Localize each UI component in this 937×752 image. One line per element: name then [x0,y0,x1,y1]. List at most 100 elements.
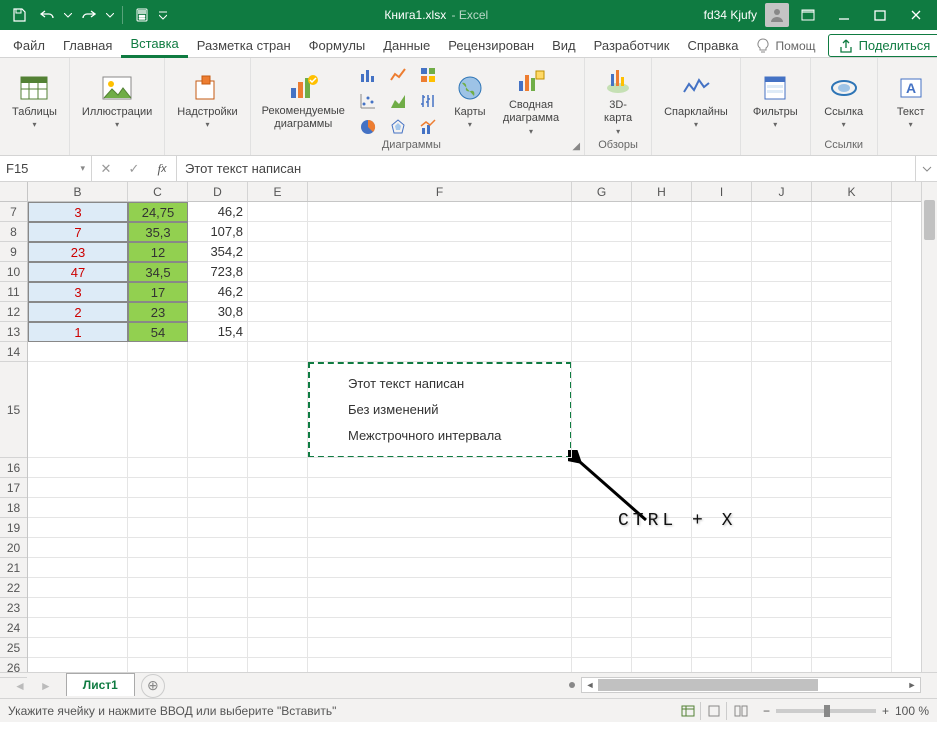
col-header-E[interactable]: E [248,182,308,201]
col-header-J[interactable]: J [752,182,812,201]
calculator-icon[interactable] [129,2,155,28]
col-header-B[interactable]: B [28,182,128,201]
row-header-18[interactable]: 18 [0,498,27,518]
row-header-11[interactable]: 11 [0,282,27,302]
cell-D11[interactable]: 46,2 [188,282,248,302]
tab-help[interactable]: Справка [678,33,747,57]
cell-C12[interactable]: 23 [128,302,188,322]
sheet-tab-1[interactable]: Лист1 [66,673,135,696]
redo-dropdown[interactable] [104,2,116,28]
page-break-view-button[interactable] [729,702,753,720]
text-button[interactable]: A Текст▾ [886,70,936,132]
combo-chart-icon[interactable] [414,115,442,139]
tab-review[interactable]: Рецензирован [439,33,543,57]
maximize-button[interactable] [863,1,897,29]
line-chart-icon[interactable] [384,63,412,87]
row-header-24[interactable]: 24 [0,618,27,638]
cell-B9[interactable]: 23 [28,242,128,262]
addins-button[interactable]: Надстройки▾ [173,70,241,132]
row-header-15[interactable]: 15 [0,362,27,458]
col-header-F[interactable]: F [308,182,572,201]
tell-me-button[interactable]: Помощ [747,35,823,57]
row-header-9[interactable]: 9 [0,242,27,262]
close-button[interactable] [899,1,933,29]
col-header-K[interactable]: K [812,182,892,201]
zoom-level[interactable]: 100 % [895,704,929,718]
col-header-I[interactable]: I [692,182,752,201]
cell-B7[interactable]: 3 [28,202,128,222]
row-header-8[interactable]: 8 [0,222,27,242]
cell-C10[interactable]: 34,5 [128,262,188,282]
cell-B8[interactable]: 7 [28,222,128,242]
row-header-20[interactable]: 20 [0,538,27,558]
save-button[interactable] [6,2,32,28]
ribbon-options-button[interactable] [791,1,825,29]
cell-B10[interactable]: 47 [28,262,128,282]
avatar[interactable] [765,3,789,27]
maps-button[interactable]: Карты▾ [448,70,492,132]
name-box[interactable]: F15▾ [0,156,92,181]
tab-formulas[interactable]: Формулы [300,33,375,57]
row-header-14[interactable]: 14 [0,342,27,362]
row-header-12[interactable]: 12 [0,302,27,322]
stock-chart-icon[interactable] [414,89,442,113]
zoom-out-button[interactable]: − [763,704,770,718]
link-button[interactable]: Ссылка▾ [819,70,869,132]
pivot-chart-button[interactable]: Сводная диаграмма▾ [498,63,564,137]
radar-chart-icon[interactable] [384,115,412,139]
horizontal-scrollbar[interactable]: ◄► [581,677,921,693]
row-header-22[interactable]: 22 [0,578,27,598]
row-header-17[interactable]: 17 [0,478,27,498]
tab-layout[interactable]: Разметка стран [188,33,300,57]
cell-D10[interactable]: 723,8 [188,262,248,282]
col-header-G[interactable]: G [572,182,632,201]
row-header-16[interactable]: 16 [0,458,27,478]
col-header-D[interactable]: D [188,182,248,201]
filters-button[interactable]: Фильтры▾ [749,70,802,132]
cell-C11[interactable]: 17 [128,282,188,302]
tab-data[interactable]: Данные [374,33,439,57]
vertical-scrollbar[interactable] [921,182,937,672]
add-sheet-button[interactable]: ⊕ [141,674,165,698]
tab-file[interactable]: Файл [4,33,54,57]
zoom-slider-thumb[interactable] [824,705,830,717]
row-header-19[interactable]: 19 [0,518,27,538]
row-header-13[interactable]: 13 [0,322,27,342]
undo-button[interactable] [34,2,60,28]
undo-dropdown[interactable] [62,2,74,28]
zoom-control[interactable]: − + 100 % [763,704,929,718]
cell-D12[interactable]: 30,8 [188,302,248,322]
tab-home[interactable]: Главная [54,33,121,57]
cell-D8[interactable]: 107,8 [188,222,248,242]
row-headers[interactable]: 7891011121314151617181920212223242526 [0,202,28,672]
tab-view[interactable]: Вид [543,33,585,57]
cell-B11[interactable]: 3 [28,282,128,302]
zoom-in-button[interactable]: + [882,704,889,718]
pie-chart-icon[interactable] [354,115,382,139]
scatter-chart-icon[interactable] [354,89,382,113]
illustrations-button[interactable]: Иллюстрации▾ [78,70,156,132]
normal-view-button[interactable] [677,702,701,720]
tab-developer[interactable]: Разработчик [585,33,679,57]
cancel-edit-button[interactable]: ✕ [92,161,120,177]
share-button[interactable]: Поделиться [828,34,937,57]
hierarchy-chart-icon[interactable] [414,63,442,87]
qat-customize[interactable] [157,2,169,28]
cell-C8[interactable]: 35,3 [128,222,188,242]
row-header-25[interactable]: 25 [0,638,27,658]
cell-C13[interactable]: 54 [128,322,188,342]
3d-map-button[interactable]: 3D-карта▾ [593,63,643,137]
sheet-nav-next[interactable]: ► [40,679,52,693]
cell-C9[interactable]: 12 [128,242,188,262]
tab-split-handle[interactable] [569,682,575,688]
row-header-23[interactable]: 23 [0,598,27,618]
minimize-button[interactable] [827,1,861,29]
row-header-21[interactable]: 21 [0,558,27,578]
cell-B12[interactable]: 2 [28,302,128,322]
cell-D13[interactable]: 15,4 [188,322,248,342]
insert-function-button[interactable]: fx [148,161,176,177]
sparklines-button[interactable]: Спарклайны▾ [660,70,732,132]
confirm-edit-button[interactable]: ✓ [120,161,148,177]
row-header-10[interactable]: 10 [0,262,27,282]
area-chart-icon[interactable] [384,89,412,113]
